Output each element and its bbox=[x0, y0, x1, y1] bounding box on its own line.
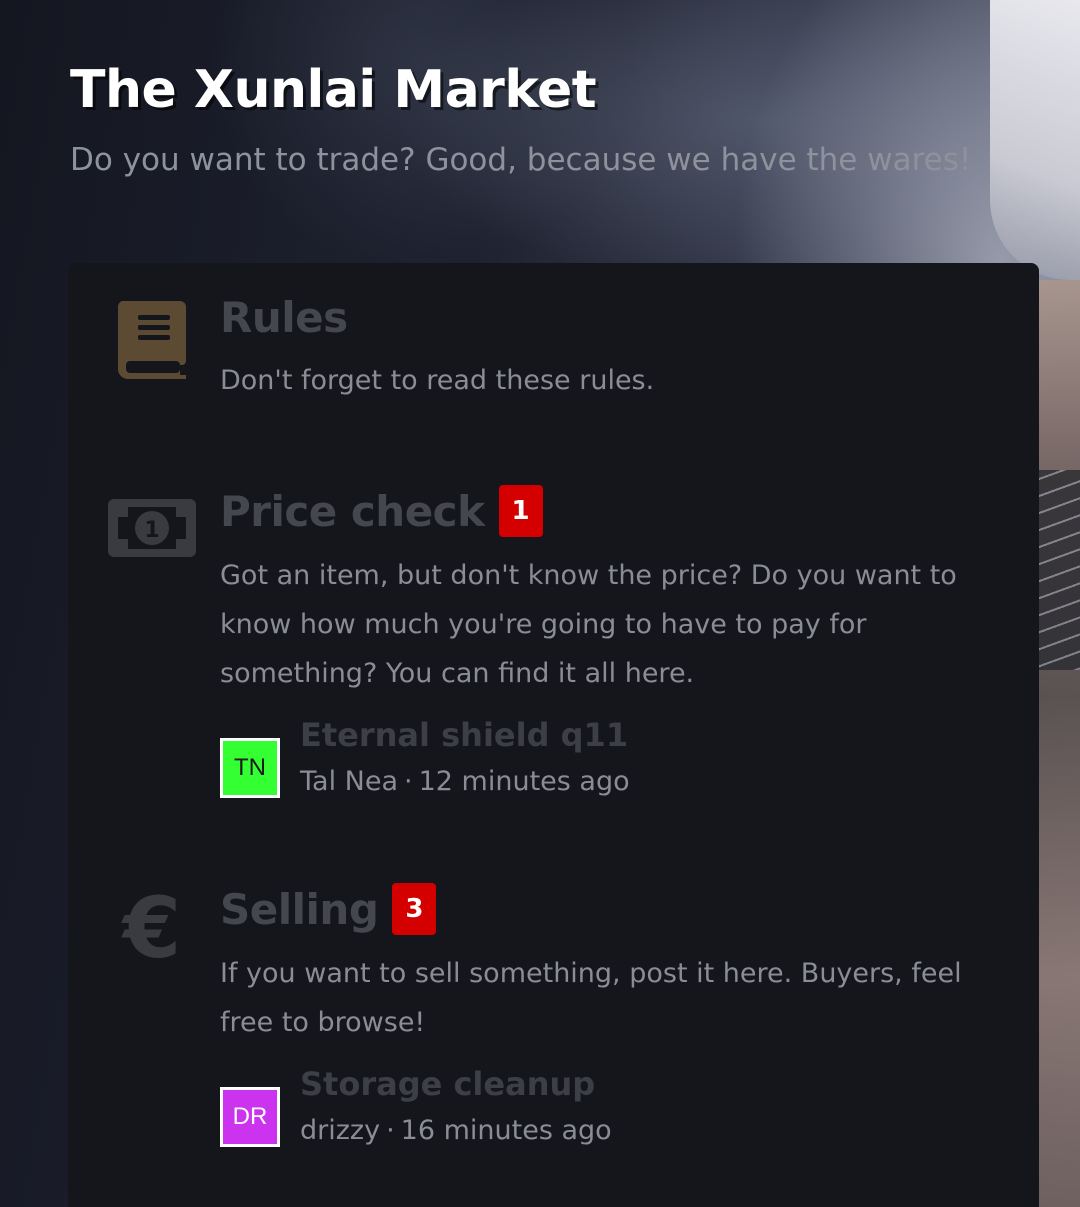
euro-icon: € bbox=[108, 879, 198, 977]
avatar[interactable]: DR bbox=[220, 1087, 280, 1147]
topic-title-link[interactable]: Storage cleanup bbox=[300, 1065, 612, 1103]
forum-title[interactable]: Price check bbox=[220, 487, 485, 536]
latest-topic: TN Eternal shield q11 Tal Nea · 12 minutes… bbox=[220, 716, 1003, 808]
forum-description: Don't forget to read these rules. bbox=[220, 365, 655, 396]
topic-meta: drizzy · 16 minutes ago bbox=[300, 1115, 612, 1146]
forum-title-row: Price check 1 bbox=[220, 485, 1003, 537]
author-link[interactable]: Tal Nea bbox=[300, 766, 398, 797]
page-title: The Xunlai Market bbox=[70, 60, 597, 120]
author-link[interactable]: drizzy bbox=[300, 1115, 380, 1146]
forum-title[interactable]: Selling bbox=[220, 885, 379, 934]
forum-title[interactable]: Rules bbox=[220, 293, 348, 342]
meta-separator: · bbox=[386, 1115, 395, 1146]
page-subtitle: Do you want to trade? Good, because we h… bbox=[70, 142, 972, 178]
page: The Xunlai Market Do you want to trade? … bbox=[0, 0, 1080, 1207]
money-bill-icon: 1 bbox=[108, 485, 198, 575]
latest-topic-text: Eternal shield q11 Tal Nea · 12 minutes ag… bbox=[300, 716, 630, 797]
meta-separator: · bbox=[404, 766, 413, 797]
topic-title-link[interactable]: Eternal shield q11 bbox=[300, 716, 630, 754]
svg-text:€: € bbox=[121, 883, 181, 973]
forum-body: Rules Don't forget to read these rules. bbox=[220, 293, 1003, 405]
topic-meta: Tal Nea · 12 minutes ago bbox=[300, 766, 630, 797]
forum-list-panel: Rules Don't forget to read these rules. … bbox=[68, 263, 1039, 1207]
forum-title-row: Selling 3 bbox=[220, 883, 1003, 935]
page-header: The Xunlai Market Do you want to trade? … bbox=[70, 60, 1060, 178]
forum-body: Price check 1 Got an item, but don't kno… bbox=[220, 485, 1003, 808]
unread-count-badge: 1 bbox=[498, 485, 543, 537]
topic-time: 12 minutes ago bbox=[418, 766, 630, 797]
book-icon bbox=[108, 293, 198, 383]
forum-description: Got an item, but don't know the price? D… bbox=[220, 560, 957, 689]
topic-time: 16 minutes ago bbox=[400, 1115, 612, 1146]
latest-topic: DR Storage cleanup drizzy · 16 minutes ago bbox=[220, 1065, 1003, 1157]
unread-count-badge: 3 bbox=[392, 883, 437, 935]
latest-topic-text: Storage cleanup drizzy · 16 minutes ago bbox=[300, 1065, 612, 1146]
forum-body: Selling 3 If you want to sell something,… bbox=[220, 883, 1003, 1157]
svg-text:1: 1 bbox=[144, 518, 159, 543]
avatar[interactable]: TN bbox=[220, 738, 280, 798]
forum-description: If you want to sell something, post it h… bbox=[220, 958, 962, 1038]
forum-title-row: Rules bbox=[220, 293, 1003, 342]
